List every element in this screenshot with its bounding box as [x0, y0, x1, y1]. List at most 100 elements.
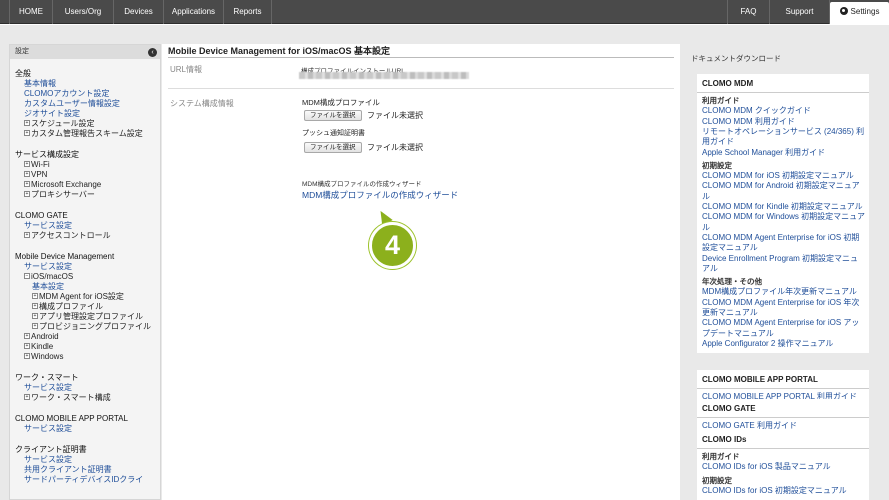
- nav-home[interactable]: HOME: [9, 0, 53, 24]
- document-link[interactable]: リモートオペレーションサービス (24/365) 利: [702, 127, 864, 137]
- expand-icon[interactable]: +: [24, 170, 30, 177]
- mdm-profile-file-button[interactable]: ファイルを選択: [304, 110, 362, 121]
- document-link[interactable]: ル: [702, 223, 710, 233]
- nav-settings-tab[interactable]: Settings: [830, 2, 889, 24]
- expand-icon[interactable]: +: [24, 342, 30, 349]
- sidebar-item[interactable]: + ワーク・スマート構成: [24, 393, 111, 403]
- document-link[interactable]: CLOMO MDM for iOS 初期設定マニュアル: [702, 171, 854, 181]
- document-link[interactable]: CLOMO MDM for Windows 初期設定マニュア: [702, 212, 865, 222]
- sidebar-item[interactable]: サービス設定: [24, 383, 72, 393]
- sidebar-item[interactable]: サービス設定: [24, 424, 72, 434]
- document-link[interactable]: ル: [702, 192, 710, 202]
- nav-users-org[interactable]: Users/Org: [53, 0, 114, 24]
- sidebar-item[interactable]: + Android: [24, 332, 59, 342]
- sidebar-item[interactable]: カスタムユーザー情報設定: [24, 99, 120, 109]
- sidebar-section: 全般: [15, 69, 31, 79]
- sidebar-item-label: アクセスコントロール: [31, 231, 111, 240]
- sidebar-item[interactable]: サービス設定: [24, 455, 72, 465]
- document-link[interactable]: 設定マニュアル: [702, 243, 758, 253]
- sidebar-item-label: 構成プロファイル: [39, 302, 103, 311]
- expand-icon[interactable]: +: [32, 312, 38, 319]
- nav-applications[interactable]: Applications: [164, 0, 224, 24]
- mdm-profile-label: MDM構成プロファイル: [302, 98, 380, 107]
- expand-icon[interactable]: +: [24, 231, 30, 238]
- nav-faq[interactable]: FAQ: [727, 0, 770, 24]
- sidebar-item[interactable]: + Wi-Fi: [24, 160, 50, 170]
- document-link[interactable]: アル: [702, 264, 718, 274]
- expand-icon[interactable]: +: [32, 302, 38, 309]
- sidebar-item[interactable]: サービス設定: [24, 221, 72, 231]
- document-card-divider: [697, 92, 869, 93]
- document-link[interactable]: プデートマニュアル: [702, 329, 774, 339]
- document-link[interactable]: Apple Configurator 2 操作マニュアル: [702, 339, 833, 349]
- sidebar-item[interactable]: CLOMOアカウント設定: [24, 89, 109, 99]
- sidebar-item[interactable]: 基本設定: [32, 282, 64, 292]
- document-link[interactable]: CLOMO MDM クイックガイド: [702, 106, 811, 116]
- nav-reports[interactable]: Reports: [224, 0, 272, 24]
- sidebar-section: Mobile Device Management: [15, 252, 114, 262]
- document-link[interactable]: CLOMO IDs for iOS 初期設定マニュアル: [702, 486, 847, 496]
- sidebar-item[interactable]: + アプリ管理設定プロファイル: [32, 312, 143, 322]
- sidebar-item[interactable]: + カスタム管理報告スキーム設定: [24, 129, 143, 139]
- expand-icon[interactable]: +: [24, 190, 30, 197]
- url-section-label: URL情報: [170, 65, 203, 74]
- sidebar-item[interactable]: + 構成プロファイル: [32, 302, 103, 312]
- expand-icon[interactable]: +: [32, 292, 38, 299]
- document-group-title: CLOMO MOBILE APP PORTAL: [702, 375, 818, 384]
- sidebar-item-label: 共用クライアント証明書: [24, 465, 112, 474]
- sidebar-item[interactable]: サービス設定: [24, 262, 72, 272]
- document-link[interactable]: CLOMO MDM Agent Enterprise for iOS 初期: [702, 233, 859, 243]
- expand-icon[interactable]: +: [24, 393, 30, 400]
- sidebar-item[interactable]: 基本情報: [24, 79, 56, 89]
- sidebar-item[interactable]: + Windows: [24, 352, 63, 362]
- document-link[interactable]: Device Enrollment Program 初期設定マニュ: [702, 254, 858, 264]
- sidebar-item[interactable]: + プロキシサーバー: [24, 190, 95, 200]
- expand-icon[interactable]: +: [24, 129, 30, 136]
- document-link[interactable]: CLOMO MDM 利用ガイド: [702, 117, 795, 127]
- sidebar-item[interactable]: + スケジュール設定: [24, 119, 94, 129]
- document-download-panel: ドキュメントダウンロード CLOMO MDM 利用ガイド CLOMO MDM クイッ…: [681, 44, 889, 500]
- sidebar-item[interactable]: 共用クライアント証明書: [24, 465, 112, 475]
- sidebar-item[interactable]: サードパーティデバイスIDクライ: [24, 475, 143, 485]
- expand-icon[interactable]: +: [24, 332, 30, 339]
- document-group-title: CLOMO MDM: [702, 79, 754, 88]
- document-link[interactable]: CLOMO MDM Agent Enterprise for iOS 年次: [702, 298, 859, 308]
- sidebar-item[interactable]: + Kindle: [24, 342, 53, 352]
- document-link[interactable]: CLOMO MDM for Kindle 初期設定マニュアル: [702, 202, 863, 212]
- expand-icon[interactable]: +: [24, 180, 30, 187]
- collapse-sidebar-icon[interactable]: ‹: [148, 48, 157, 57]
- expand-icon[interactable]: +: [32, 322, 38, 329]
- sidebar-item[interactable]: + プロビジョニングプロファイル: [32, 322, 151, 332]
- system-section-label: システム構成情報: [170, 99, 234, 108]
- sidebar-item[interactable]: + アクセスコントロール: [24, 231, 111, 241]
- sidebar-header-label: 設定: [15, 48, 29, 55]
- document-link[interactable]: CLOMO MDM for Android 初期設定マニュア: [702, 181, 860, 191]
- document-link[interactable]: 更新マニュアル: [702, 308, 758, 318]
- document-link[interactable]: MDM構成プロファイル年次更新マニュアル: [702, 287, 857, 297]
- push-cert-file-button[interactable]: ファイルを選択: [304, 142, 362, 153]
- expand-icon[interactable]: +: [24, 352, 30, 359]
- document-link[interactable]: CLOMO IDs for iOS 製品マニュアル: [702, 462, 831, 472]
- document-card: CLOMO MDM 利用ガイド CLOMO MDM クイックガイド CLOMO MDM…: [697, 74, 869, 354]
- document-link[interactable]: Apple School Manager 利用ガイド: [702, 148, 825, 158]
- collapse-icon[interactable]: −: [24, 272, 30, 279]
- sidebar-item[interactable]: − iOS/macOS: [24, 272, 73, 282]
- sidebar-item-label: Android: [31, 332, 59, 341]
- sidebar-item-label: VPN: [31, 170, 48, 179]
- document-link[interactable]: CLOMO MDM Agent Enterprise for iOS アッ: [702, 318, 859, 328]
- nav-support[interactable]: Support: [770, 0, 830, 24]
- sidebar-item[interactable]: + Microsoft Exchange: [24, 180, 101, 190]
- expand-icon[interactable]: +: [24, 160, 30, 167]
- sidebar-item[interactable]: ジオサイト設定: [24, 109, 80, 119]
- sidebar-item[interactable]: + MDM Agent for iOS設定: [32, 292, 124, 302]
- expand-icon[interactable]: +: [24, 119, 30, 126]
- mdm-profile-wizard-link[interactable]: MDM構成プロファイルの作成ウィザード: [302, 189, 458, 201]
- mdm-profile-file-status: ファイル未選択: [367, 111, 423, 120]
- title-divider: [168, 57, 674, 58]
- nav-devices[interactable]: Devices: [114, 0, 164, 24]
- page-title: Mobile Device Management for iOS/macOS 基…: [168, 46, 391, 56]
- document-link[interactable]: 用ガイド: [702, 137, 734, 147]
- settings-sidebar: 設定 ‹ 全般 基本情報 CLOMOアカウント設定 カスタムユーザー情報設定 ジオサイト…: [9, 44, 161, 500]
- sidebar-item[interactable]: + VPN: [24, 170, 47, 180]
- sidebar-item-label: プロビジョニングプロファイル: [39, 322, 151, 331]
